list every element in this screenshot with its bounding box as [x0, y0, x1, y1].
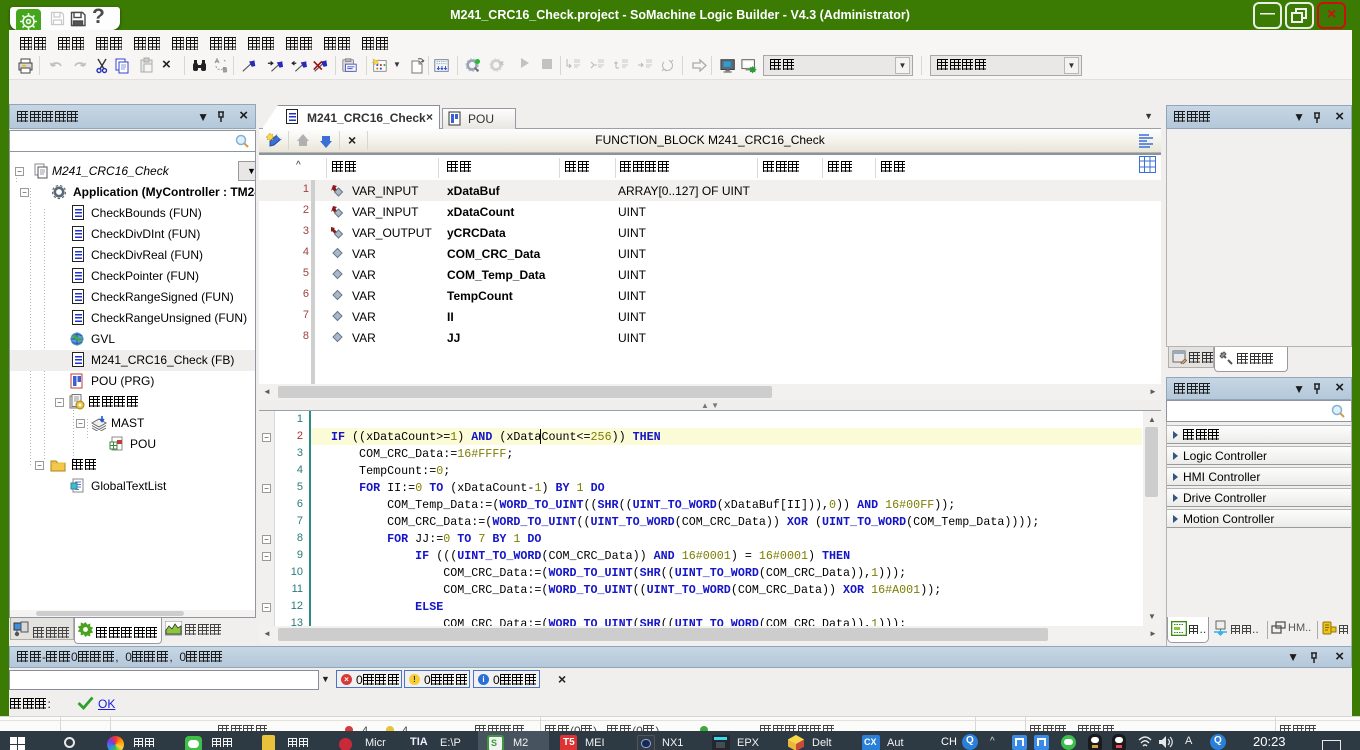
svg-text:B: B	[223, 68, 227, 74]
